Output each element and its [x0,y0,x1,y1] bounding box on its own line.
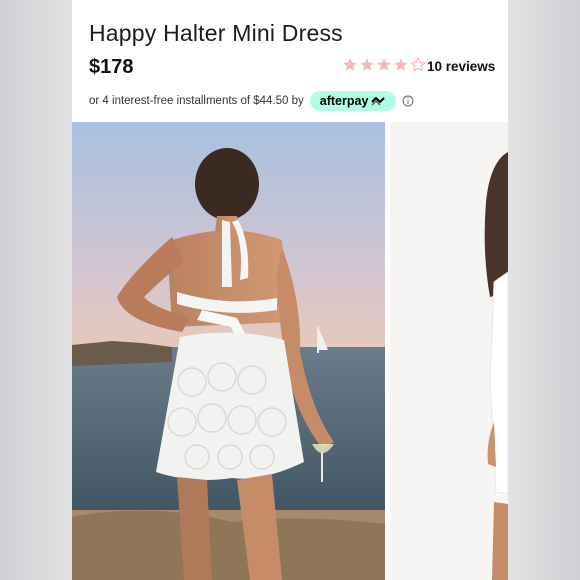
background-right [508,0,580,580]
product-photo-secondary[interactable] [390,122,508,580]
afterpay-brand: afterpay [319,94,369,108]
product-photo-main[interactable] [72,122,385,580]
product-price: $178 [89,56,134,78]
dress-front-photo [390,122,508,580]
star-icon [360,58,374,71]
reviews-link[interactable]: 10 reviews [427,59,495,74]
installments-text: or 4 interest-free installments of $44.5… [89,95,304,107]
rating-stars[interactable] [342,57,426,73]
star-icon [377,58,391,71]
info-icon[interactable] [402,95,414,107]
dress-back-photo [72,122,385,580]
product-header: Happy Halter Mini Dress $178 10 reviews … [72,0,508,122]
product-card: Happy Halter Mini Dress $178 10 reviews … [72,0,508,580]
afterpay-arrows-icon [371,97,386,106]
star-empty-icon [410,57,426,72]
star-icon [343,58,357,71]
background-left [0,0,72,580]
star-icon [394,58,408,71]
afterpay-row: or 4 interest-free installments of $44.5… [89,91,414,111]
afterpay-badge[interactable]: afterpay [309,91,397,111]
product-title: Happy Halter Mini Dress [89,20,343,46]
